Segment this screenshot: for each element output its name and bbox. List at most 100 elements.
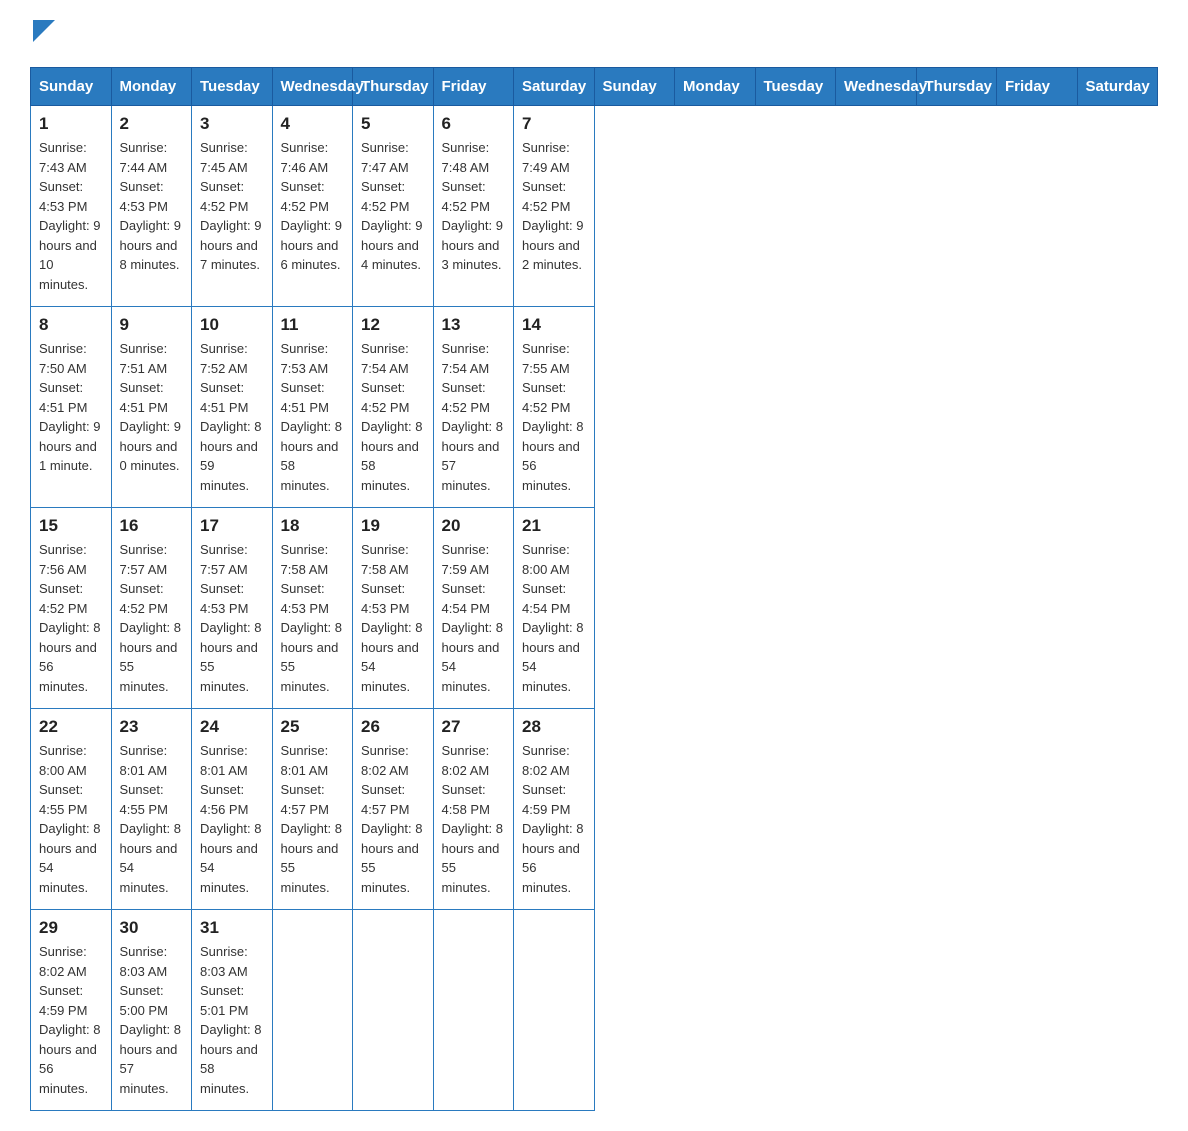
day-number: 10 [200,315,264,335]
day-number: 8 [39,315,103,335]
day-number: 22 [39,717,103,737]
day-info: Sunrise: 7:57 AMSunset: 4:52 PMDaylight:… [120,540,184,696]
day-header-friday: Friday [433,68,514,106]
day-info: Sunrise: 8:02 AMSunset: 4:58 PMDaylight:… [442,741,506,897]
day-number: 25 [281,717,345,737]
calendar-cell: 6 Sunrise: 7:48 AMSunset: 4:52 PMDayligh… [433,106,514,307]
day-number: 11 [281,315,345,335]
day-number: 14 [522,315,586,335]
day-number: 23 [120,717,184,737]
day-info: Sunrise: 8:01 AMSunset: 4:57 PMDaylight:… [281,741,345,897]
day-number: 4 [281,114,345,134]
calendar-cell: 20 Sunrise: 7:59 AMSunset: 4:54 PMDaylig… [433,508,514,709]
calendar-cell: 14 Sunrise: 7:55 AMSunset: 4:52 PMDaylig… [514,307,595,508]
calendar-cell: 27 Sunrise: 8:02 AMSunset: 4:58 PMDaylig… [433,709,514,910]
calendar-cell: 24 Sunrise: 8:01 AMSunset: 4:56 PMDaylig… [192,709,273,910]
day-info: Sunrise: 7:56 AMSunset: 4:52 PMDaylight:… [39,540,103,696]
calendar-cell: 26 Sunrise: 8:02 AMSunset: 4:57 PMDaylig… [353,709,434,910]
day-info: Sunrise: 7:46 AMSunset: 4:52 PMDaylight:… [281,138,345,275]
day-number: 6 [442,114,506,134]
calendar-week-5: 29 Sunrise: 8:02 AMSunset: 4:59 PMDaylig… [31,910,1158,1111]
day-info: Sunrise: 7:49 AMSunset: 4:52 PMDaylight:… [522,138,586,275]
day-number: 7 [522,114,586,134]
day-number: 12 [361,315,425,335]
calendar-week-4: 22 Sunrise: 8:00 AMSunset: 4:55 PMDaylig… [31,709,1158,910]
calendar-cell: 28 Sunrise: 8:02 AMSunset: 4:59 PMDaylig… [514,709,595,910]
day-info: Sunrise: 7:47 AMSunset: 4:52 PMDaylight:… [361,138,425,275]
day-number: 29 [39,918,103,938]
calendar-cell: 3 Sunrise: 7:45 AMSunset: 4:52 PMDayligh… [192,106,273,307]
calendar-cell: 19 Sunrise: 7:58 AMSunset: 4:53 PMDaylig… [353,508,434,709]
calendar-week-3: 15 Sunrise: 7:56 AMSunset: 4:52 PMDaylig… [31,508,1158,709]
logo-arrow-icon [33,20,55,42]
day-header-sunday: Sunday [31,68,112,106]
day-info: Sunrise: 8:03 AMSunset: 5:01 PMDaylight:… [200,942,264,1098]
day-number: 2 [120,114,184,134]
calendar-cell: 16 Sunrise: 7:57 AMSunset: 4:52 PMDaylig… [111,508,192,709]
day-number: 31 [200,918,264,938]
day-header-saturday: Saturday [514,68,595,106]
day-info: Sunrise: 8:02 AMSunset: 4:59 PMDaylight:… [522,741,586,897]
day-header-friday: Friday [997,68,1078,106]
day-info: Sunrise: 8:01 AMSunset: 4:55 PMDaylight:… [120,741,184,897]
day-number: 28 [522,717,586,737]
day-header-wednesday: Wednesday [836,68,917,106]
calendar-cell [353,910,434,1111]
calendar-cell: 9 Sunrise: 7:51 AMSunset: 4:51 PMDayligh… [111,307,192,508]
calendar-header-row: SundayMondayTuesdayWednesdayThursdayFrid… [31,68,1158,106]
day-number: 13 [442,315,506,335]
day-info: Sunrise: 7:54 AMSunset: 4:52 PMDaylight:… [361,339,425,495]
day-info: Sunrise: 7:57 AMSunset: 4:53 PMDaylight:… [200,540,264,696]
day-info: Sunrise: 8:03 AMSunset: 5:00 PMDaylight:… [120,942,184,1098]
day-info: Sunrise: 7:59 AMSunset: 4:54 PMDaylight:… [442,540,506,696]
day-header-monday: Monday [111,68,192,106]
calendar-cell: 13 Sunrise: 7:54 AMSunset: 4:52 PMDaylig… [433,307,514,508]
day-info: Sunrise: 7:44 AMSunset: 4:53 PMDaylight:… [120,138,184,275]
calendar-cell: 17 Sunrise: 7:57 AMSunset: 4:53 PMDaylig… [192,508,273,709]
day-header-tuesday: Tuesday [192,68,273,106]
day-number: 15 [39,516,103,536]
calendar-cell: 31 Sunrise: 8:03 AMSunset: 5:01 PMDaylig… [192,910,273,1111]
logo [30,20,55,47]
day-info: Sunrise: 7:45 AMSunset: 4:52 PMDaylight:… [200,138,264,275]
calendar-cell: 30 Sunrise: 8:03 AMSunset: 5:00 PMDaylig… [111,910,192,1111]
day-number: 19 [361,516,425,536]
day-info: Sunrise: 7:50 AMSunset: 4:51 PMDaylight:… [39,339,103,476]
day-info: Sunrise: 7:55 AMSunset: 4:52 PMDaylight:… [522,339,586,495]
calendar-cell: 12 Sunrise: 7:54 AMSunset: 4:52 PMDaylig… [353,307,434,508]
day-header-tuesday: Tuesday [755,68,836,106]
day-number: 16 [120,516,184,536]
day-info: Sunrise: 7:58 AMSunset: 4:53 PMDaylight:… [281,540,345,696]
day-number: 30 [120,918,184,938]
calendar-week-1: 1 Sunrise: 7:43 AMSunset: 4:53 PMDayligh… [31,106,1158,307]
calendar-cell: 7 Sunrise: 7:49 AMSunset: 4:52 PMDayligh… [514,106,595,307]
day-number: 9 [120,315,184,335]
calendar-cell [433,910,514,1111]
calendar-cell: 23 Sunrise: 8:01 AMSunset: 4:55 PMDaylig… [111,709,192,910]
calendar-cell: 22 Sunrise: 8:00 AMSunset: 4:55 PMDaylig… [31,709,112,910]
day-info: Sunrise: 8:02 AMSunset: 4:59 PMDaylight:… [39,942,103,1098]
calendar-cell: 25 Sunrise: 8:01 AMSunset: 4:57 PMDaylig… [272,709,353,910]
day-info: Sunrise: 7:51 AMSunset: 4:51 PMDaylight:… [120,339,184,476]
day-info: Sunrise: 8:02 AMSunset: 4:57 PMDaylight:… [361,741,425,897]
day-header-saturday: Saturday [1077,68,1158,106]
calendar-cell: 11 Sunrise: 7:53 AMSunset: 4:51 PMDaylig… [272,307,353,508]
day-number: 20 [442,516,506,536]
day-number: 3 [200,114,264,134]
day-info: Sunrise: 8:00 AMSunset: 4:55 PMDaylight:… [39,741,103,897]
day-info: Sunrise: 8:00 AMSunset: 4:54 PMDaylight:… [522,540,586,696]
calendar-cell: 4 Sunrise: 7:46 AMSunset: 4:52 PMDayligh… [272,106,353,307]
calendar-table: SundayMondayTuesdayWednesdayThursdayFrid… [30,67,1158,1111]
day-number: 21 [522,516,586,536]
calendar-cell: 29 Sunrise: 8:02 AMSunset: 4:59 PMDaylig… [31,910,112,1111]
day-number: 18 [281,516,345,536]
calendar-cell: 21 Sunrise: 8:00 AMSunset: 4:54 PMDaylig… [514,508,595,709]
calendar-cell: 10 Sunrise: 7:52 AMSunset: 4:51 PMDaylig… [192,307,273,508]
day-number: 24 [200,717,264,737]
day-number: 26 [361,717,425,737]
day-info: Sunrise: 7:52 AMSunset: 4:51 PMDaylight:… [200,339,264,495]
day-info: Sunrise: 7:48 AMSunset: 4:52 PMDaylight:… [442,138,506,275]
day-header-monday: Monday [675,68,756,106]
day-info: Sunrise: 7:43 AMSunset: 4:53 PMDaylight:… [39,138,103,294]
day-info: Sunrise: 7:53 AMSunset: 4:51 PMDaylight:… [281,339,345,495]
